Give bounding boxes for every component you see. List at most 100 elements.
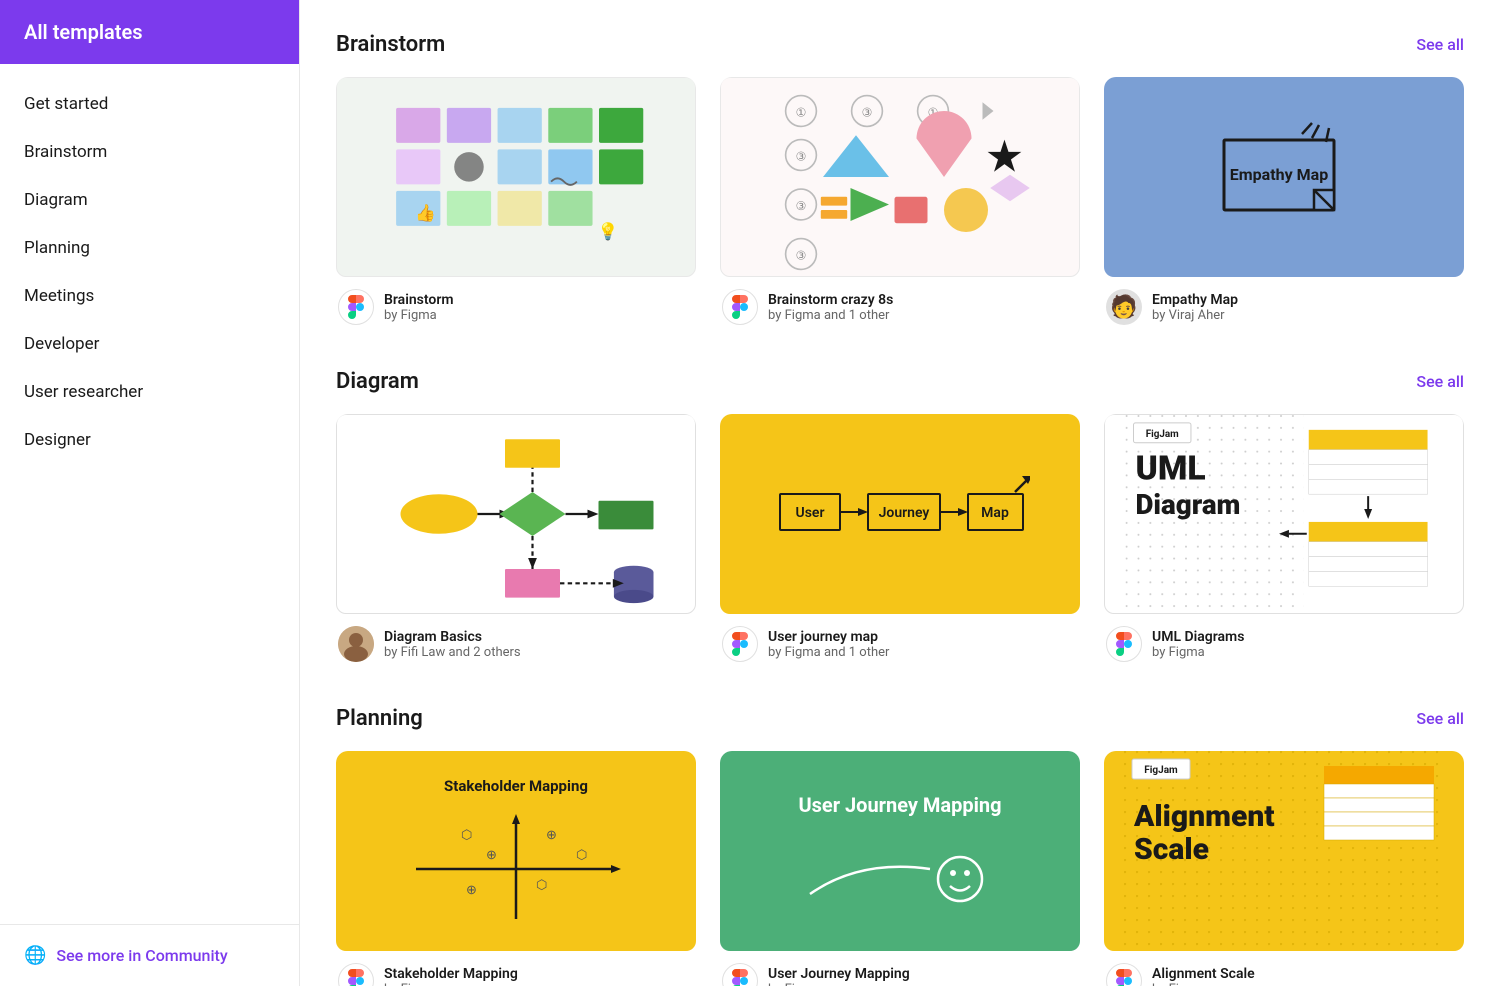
brainstorm-figma-avatar (338, 289, 374, 325)
alignment-scale-avatar (1106, 963, 1142, 986)
diagram-basics-author: by Fifi Law and 2 others (384, 645, 521, 660)
uml-author: by Figma (1152, 645, 1244, 660)
diagram-basics-meta: Diagram Basics by Fifi Law and 2 others (384, 629, 521, 660)
figma-logo-icon-4 (1112, 632, 1136, 656)
user-journey-map-avatar (722, 626, 758, 662)
brainstorm-figma-thumbnail: 👍 💡 (336, 77, 696, 277)
crazy8-author: by Figma and 1 other (768, 308, 893, 323)
svg-text:③: ③ (796, 150, 807, 164)
svg-text:Alignment: Alignment (1133, 799, 1275, 834)
user-journey-map-info: User journey map by Figma and 1 other (720, 614, 1080, 666)
template-card-alignment-scale[interactable]: FigJam Alignment Scale (1104, 751, 1464, 986)
diagram-section-header: Diagram See all (336, 369, 1464, 394)
diagram-basics-svg (337, 415, 695, 613)
template-card-user-journey-mapping[interactable]: User Journey Mapping (720, 751, 1080, 986)
template-card-diagram-basics[interactable]: Diagram Basics by Fifi Law and 2 others (336, 414, 696, 666)
viraj-avatar: 🧑 (1106, 289, 1142, 325)
sidebar-item-user-researcher[interactable]: User researcher (0, 368, 299, 416)
see-more-community-link[interactable]: 🌐 See more in Community (0, 924, 299, 986)
user-journey-map-thumbnail: User Journey Map (720, 414, 1080, 614)
brainstorm-figma-name: Brainstorm (384, 292, 454, 308)
planning-section-header: Planning See all (336, 706, 1464, 731)
sidebar-item-get-started[interactable]: Get started (0, 80, 299, 128)
sidebar-item-meetings[interactable]: Meetings (0, 272, 299, 320)
template-card-empathy-map[interactable]: Empathy Map 🧑 Empathy Map by Viraj Aher (1104, 77, 1464, 329)
stakeholder-author: by Figma (384, 982, 518, 986)
stakeholder-svg: ⬡ ⊕ ⊕ ⬡ ⊕ ⬡ (406, 809, 626, 929)
figma-logo-icon-6 (728, 969, 752, 986)
user-journey-map-svg: User Journey Map (770, 464, 1030, 564)
uml-name: UML Diagrams (1152, 629, 1244, 645)
svg-text:User: User (796, 505, 825, 521)
fifi-law-avatar (338, 626, 374, 662)
uml-meta: UML Diagrams by Figma (1152, 629, 1244, 660)
diagram-template-grid: Diagram Basics by Fifi Law and 2 others … (336, 414, 1464, 666)
uml-svg: FigJam UML Diagram (1105, 415, 1463, 613)
svg-text:⊕: ⊕ (486, 848, 497, 863)
svg-text:Diagram: Diagram (1136, 488, 1241, 521)
template-card-stakeholder[interactable]: Stakeholder Mapping ⬡ ⊕ ⊕ ⬡ ⊕ (336, 751, 696, 986)
stakeholder-meta: Stakeholder Mapping by Figma (384, 966, 518, 986)
crazy8-meta: Brainstorm crazy 8s by Figma and 1 other (768, 292, 893, 323)
svg-text:①: ① (796, 106, 807, 120)
brainstorm-template-grid: 👍 💡 (336, 77, 1464, 329)
brainstorm-section: Brainstorm See all (336, 32, 1464, 329)
diagram-section-title: Diagram (336, 369, 419, 394)
svg-text:⬡: ⬡ (536, 878, 547, 893)
uml-avatar (1106, 626, 1142, 662)
crazy8-avatar (722, 289, 758, 325)
sidebar-item-designer[interactable]: Designer (0, 416, 299, 464)
sidebar-item-planning[interactable]: Planning (0, 224, 299, 272)
svg-text:FigJam: FigJam (1146, 429, 1179, 440)
empathy-map-thumbnail: Empathy Map (1104, 77, 1464, 277)
alignment-scale-name: Alignment Scale (1152, 966, 1255, 982)
template-card-crazy8[interactable]: ① ③ ① ③ ★ (720, 77, 1080, 329)
brainstorm-figma-meta: Brainstorm by Figma (384, 292, 454, 323)
see-more-label: See more in Community (56, 946, 227, 965)
sidebar-item-diagram[interactable]: Diagram (0, 176, 299, 224)
svg-text:UML: UML (1136, 449, 1206, 488)
diagram-basics-info: Diagram Basics by Fifi Law and 2 others (336, 614, 696, 666)
user-journey-mapping-info: User Journey Mapping by Figma (720, 951, 1080, 986)
user-journey-map-meta: User journey map by Figma and 1 other (768, 629, 889, 660)
user-journey-map-name: User journey map (768, 629, 889, 645)
empathy-map-author: by Viraj Aher (1152, 308, 1238, 323)
planning-section: Planning See all Stakeholder Mapping (336, 706, 1464, 986)
brainstorm-section-header: Brainstorm See all (336, 32, 1464, 57)
alignment-scale-thumbnail: FigJam Alignment Scale (1104, 751, 1464, 951)
sidebar-title-text: All templates (24, 20, 143, 44)
svg-text:Journey: Journey (879, 505, 930, 521)
svg-text:⊕: ⊕ (466, 883, 477, 898)
sidebar-item-developer[interactable]: Developer (0, 320, 299, 368)
stakeholder-thumbnail: Stakeholder Mapping ⬡ ⊕ ⊕ ⬡ ⊕ (336, 751, 696, 951)
empathy-map-meta: Empathy Map by Viraj Aher (1152, 292, 1238, 323)
user-journey-mapping-svg (800, 829, 1000, 909)
brainstorm-figma-svg: 👍 💡 (353, 94, 679, 260)
sidebar-item-brainstorm[interactable]: Brainstorm (0, 128, 299, 176)
crazy8-thumbnail: ① ③ ① ③ ★ (720, 77, 1080, 277)
svg-text:💡: 💡 (598, 221, 619, 242)
brainstorm-see-all[interactable]: See all (1416, 35, 1464, 54)
crazy8-info: Brainstorm crazy 8s by Figma and 1 other (720, 277, 1080, 329)
user-journey-mapping-meta: User Journey Mapping by Figma (768, 966, 910, 986)
brainstorm-figma-author: by Figma (384, 308, 454, 323)
svg-text:Scale: Scale (1134, 832, 1209, 867)
planning-see-all[interactable]: See all (1416, 709, 1464, 728)
user-journey-mapping-name: User Journey Mapping (768, 966, 910, 982)
svg-text:Empathy Map: Empathy Map (1230, 165, 1328, 184)
diagram-basics-name: Diagram Basics (384, 629, 521, 645)
user-journey-mapping-thumbnail: User Journey Mapping (720, 751, 1080, 951)
template-card-uml[interactable]: FigJam UML Diagram (1104, 414, 1464, 666)
figma-logo-icon-2 (728, 295, 752, 319)
planning-section-title: Planning (336, 706, 423, 731)
stakeholder-name: Stakeholder Mapping (384, 966, 518, 982)
svg-text:③: ③ (796, 249, 807, 263)
empathy-map-name: Empathy Map (1152, 292, 1238, 308)
template-card-user-journey-map[interactable]: User Journey Map (720, 414, 1080, 666)
globe-icon: 🌐 (24, 945, 46, 966)
template-card-brainstorm-figma[interactable]: 👍 💡 (336, 77, 696, 329)
brainstorm-figma-info: Brainstorm by Figma (336, 277, 696, 329)
diagram-section: Diagram See all (336, 369, 1464, 666)
diagram-basics-thumbnail (336, 414, 696, 614)
diagram-see-all[interactable]: See all (1416, 372, 1464, 391)
